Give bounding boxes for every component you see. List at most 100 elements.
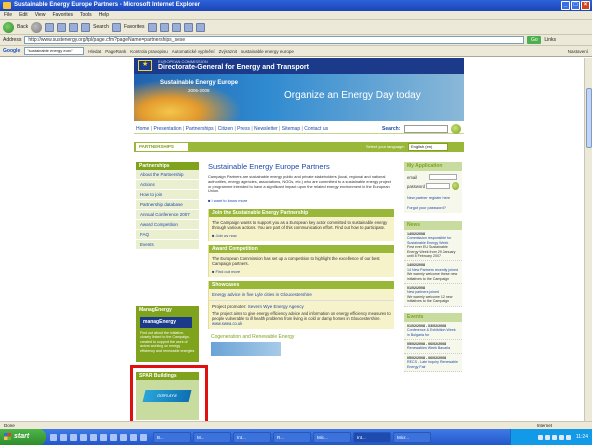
login-button[interactable]	[452, 182, 459, 190]
leftnav-about[interactable]: About the Partnership	[136, 170, 199, 180]
forgot-password-link[interactable]: Forgot your password?	[407, 206, 459, 210]
scrollbar-thumb[interactable]	[586, 88, 592, 148]
task-button[interactable]: Int...	[353, 431, 391, 443]
maximize-button[interactable]: □	[571, 1, 580, 10]
news-item[interactable]: 14/02/2008 Commission responsible for Su…	[404, 230, 462, 262]
task-button[interactable]: R...	[273, 431, 311, 443]
cogeneration-image[interactable]	[211, 342, 281, 357]
site-search-button[interactable]	[451, 124, 461, 134]
nav-sitemap[interactable]: Sitemap	[282, 126, 300, 132]
know-more-link[interactable]: ■ I want to know more	[208, 198, 394, 203]
favorites-icon[interactable]	[111, 22, 121, 32]
forward-icon[interactable]	[31, 21, 43, 33]
quicklaunch-icon[interactable]	[80, 433, 87, 441]
nav-citizen[interactable]: Citizen	[218, 126, 233, 132]
language-select[interactable]: English (en)	[408, 143, 448, 151]
password-field[interactable]	[425, 183, 451, 189]
leftnav-how-to-join[interactable]: How to join	[136, 190, 199, 200]
event-title[interactable]: RECS - Late Inquiry Renewable Energy Fai…	[407, 360, 459, 369]
highlight-item[interactable]: Zvýraznit	[219, 49, 237, 54]
search-label[interactable]: Search	[93, 24, 109, 30]
task-button[interactable]: M...	[193, 431, 231, 443]
leftnav-actions[interactable]: Actions	[136, 180, 199, 190]
search-icon[interactable]	[81, 22, 91, 32]
task-button[interactable]: B...	[153, 431, 191, 443]
email-field[interactable]	[429, 174, 457, 180]
tray-icon[interactable]	[551, 434, 557, 440]
task-button[interactable]: Mic...	[313, 431, 351, 443]
google-search-input[interactable]: "sustainable energy euro"	[24, 47, 85, 55]
menu-file[interactable]: File	[4, 11, 12, 19]
award-link[interactable]: ■ Find out more	[209, 269, 394, 277]
minimize-button[interactable]: _	[561, 1, 570, 10]
quicklaunch-icon[interactable]	[100, 433, 107, 441]
spellcheck-item[interactable]: Kontrola pravopisu	[130, 49, 168, 54]
edit-icon[interactable]	[183, 22, 193, 32]
register-link[interactable]: New partner register here	[407, 196, 459, 200]
quicklaunch-icon[interactable]	[90, 433, 97, 441]
event-item[interactable]: 01/02/2008 - 03/02/2008 Conference & Exh…	[404, 322, 462, 340]
quicklaunch-icon[interactable]	[50, 433, 57, 441]
quicklaunch-icon[interactable]	[140, 433, 147, 441]
vertical-scrollbar[interactable]	[584, 58, 592, 421]
nav-home[interactable]: Home	[136, 126, 149, 132]
tray-icon[interactable]	[544, 434, 550, 440]
quicklaunch-icon[interactable]	[110, 433, 117, 441]
search-term-item[interactable]: sustainable energy europe	[241, 49, 294, 54]
history-icon[interactable]	[147, 22, 157, 32]
nav-contact[interactable]: Contact us	[304, 126, 328, 132]
leftnav-award[interactable]: Award Competition	[136, 220, 199, 230]
address-input[interactable]: http://www.sustenergy.org/tpl/page.cfm?p…	[24, 36, 525, 44]
autofill-item[interactable]: Automatické vyplnění	[172, 49, 215, 54]
news-item[interactable]: 14/02/2008 14 New Partners recently join…	[404, 261, 462, 285]
promoter-name[interactable]: Severn Wye Energy Agency	[248, 304, 304, 309]
quicklaunch-icon[interactable]	[130, 433, 137, 441]
leftnav-conference[interactable]: Annual Conference 2007	[136, 210, 199, 220]
menu-tools[interactable]: Tools	[80, 11, 92, 19]
quicklaunch-icon[interactable]	[70, 433, 77, 441]
mail-icon[interactable]	[159, 22, 169, 32]
stop-icon[interactable]	[45, 22, 55, 32]
leftnav-events[interactable]: Events	[136, 240, 199, 250]
site-search-input[interactable]	[404, 125, 448, 133]
showcase-title[interactable]: Energy advice in five Lyle cities in Glo…	[209, 289, 394, 302]
task-button[interactable]: Int...	[233, 431, 271, 443]
nav-presentation[interactable]: Presentation	[153, 126, 181, 132]
print-icon[interactable]	[171, 22, 181, 32]
event-item[interactable]: 05/02/2008 - 06/02/2008 Renewables Week …	[404, 340, 462, 354]
menu-edit[interactable]: Edit	[19, 11, 28, 19]
tray-icon[interactable]	[558, 434, 564, 440]
google-settings[interactable]: Nastavení	[568, 49, 592, 54]
menu-favorites[interactable]: Favorites	[52, 11, 73, 19]
news-headline[interactable]: Commission responsible for Sustainable E…	[407, 236, 459, 245]
join-link-label[interactable]: Join us now	[216, 233, 237, 238]
quicklaunch-icon[interactable]	[60, 433, 67, 441]
event-item[interactable]: 05/02/2008 - 06/02/2008 RECS - Late Inqu…	[404, 354, 462, 372]
google-search-button[interactable]: Hledat	[88, 49, 101, 54]
links-label[interactable]: Links	[544, 37, 556, 43]
home-icon[interactable]	[69, 22, 79, 32]
nav-partnerships[interactable]: Partnerships	[186, 126, 214, 132]
award-link-label[interactable]: Find out more	[216, 269, 241, 274]
refresh-icon[interactable]	[57, 22, 67, 32]
favorites-label[interactable]: Favorites	[124, 24, 145, 30]
task-button[interactable]: Micr...	[393, 431, 431, 443]
managenergy-logo[interactable]: managEnergy	[140, 317, 192, 328]
start-button[interactable]: start	[0, 429, 46, 445]
join-link[interactable]: ■ Join us now	[209, 233, 394, 241]
back-label[interactable]: Back	[17, 24, 28, 30]
nav-press[interactable]: Press	[237, 126, 250, 132]
go-button[interactable]: Go	[527, 36, 542, 44]
showcase-url[interactable]: www.swea.co.uk	[209, 321, 394, 329]
menu-help[interactable]: Help	[99, 11, 109, 19]
leftnav-faq[interactable]: FAQ	[136, 230, 199, 240]
pagerank-item[interactable]: PageRank	[105, 49, 126, 54]
event-title[interactable]: Renewables Week Bavaria	[407, 346, 459, 350]
know-more-label[interactable]: I want to know more	[212, 198, 248, 203]
campaign-banner[interactable]: Sustainable Energy Europe 2005-2008 Orga…	[134, 74, 464, 121]
tray-icon[interactable]	[565, 434, 571, 440]
leftnav-database[interactable]: Partnership database	[136, 200, 199, 210]
quicklaunch-icon[interactable]	[120, 433, 127, 441]
back-icon[interactable]	[3, 21, 14, 33]
news-item[interactable]: 01/02/2008 New partners joined We warmly…	[404, 284, 462, 307]
